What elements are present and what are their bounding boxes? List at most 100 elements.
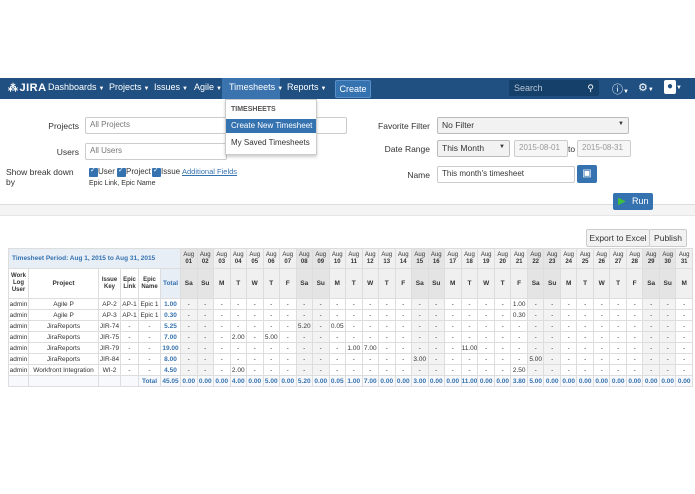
cell-hours: - xyxy=(576,331,594,343)
cell-hours: - xyxy=(427,364,445,376)
cell-hours: - xyxy=(625,364,644,376)
cell-total: 8.00 xyxy=(160,353,181,365)
weekday-header: Su xyxy=(427,268,445,299)
day-total: 0.00 xyxy=(658,375,677,387)
cell-hours: - xyxy=(246,320,264,332)
breakdown-issue-label: Issue xyxy=(161,167,181,176)
day-total: 5.00 xyxy=(262,375,280,387)
date-day: 23 xyxy=(548,258,556,265)
name-input[interactable]: This month's timesheet xyxy=(437,166,575,183)
date-header: Aug 22 xyxy=(526,248,545,269)
cell-user: admin xyxy=(8,342,29,354)
save-icon[interactable]: ▣ xyxy=(577,165,597,183)
cell-hours: - xyxy=(559,353,578,365)
cell-epic-name: Epic 1 xyxy=(138,309,161,321)
cell-hours: - xyxy=(658,364,677,376)
cell-user: admin xyxy=(8,298,29,310)
date-month: Aug xyxy=(397,251,409,258)
date-day: 30 xyxy=(664,258,672,265)
date-from-input[interactable]: 2015-08-01 xyxy=(514,140,568,157)
nav-timesheets[interactable]: Timesheets ▼ xyxy=(222,78,283,99)
day-total: 11.00 xyxy=(460,375,479,387)
day-total: 0.05 xyxy=(328,375,346,387)
cell-hours: - xyxy=(246,331,264,343)
cell-hours: - xyxy=(559,342,578,354)
day-total: 5.20 xyxy=(295,375,313,387)
date-range-select[interactable]: This Month ▼ xyxy=(437,140,510,157)
additional-fields-link[interactable]: Additional Fields xyxy=(182,167,237,176)
cell-epic-link: - xyxy=(120,364,139,376)
cell-hours: - xyxy=(361,364,379,376)
run-button[interactable]: ▶ Run xyxy=(613,193,653,210)
date-day: 08 xyxy=(300,258,308,265)
cell-hours: - xyxy=(675,298,693,310)
cell-hours: - xyxy=(180,298,198,310)
cell-hours: - xyxy=(295,298,313,310)
date-month: Aug xyxy=(364,251,376,258)
cell-hours: - xyxy=(444,353,462,365)
gear-icon[interactable]: ⚙▼ xyxy=(638,81,654,94)
date-to-input[interactable]: 2015-08-31 xyxy=(577,140,631,157)
cell-hours: - xyxy=(493,320,512,332)
cell-hours: - xyxy=(576,342,594,354)
help-icon[interactable]: ⓘ▼ xyxy=(612,81,629,97)
date-month: Aug xyxy=(480,251,492,258)
cell-hours: - xyxy=(295,331,313,343)
cell-hours: - xyxy=(592,320,611,332)
cell-hours: - xyxy=(213,364,231,376)
date-month: Aug xyxy=(546,251,558,258)
day-total: 0.00 xyxy=(196,375,214,387)
breakdown-project-checkbox[interactable] xyxy=(117,166,126,177)
search-input[interactable]: Search ⚲ xyxy=(509,80,599,96)
menu-item-my-saved-timesheets[interactable]: My Saved Timesheets xyxy=(231,138,310,147)
cell-issue-key: WI-2 xyxy=(98,364,121,376)
chevron-down-icon: ▼ xyxy=(618,121,624,127)
breakdown-user-checkbox[interactable] xyxy=(89,166,98,177)
weekday-header: Sa xyxy=(642,268,660,299)
cell-hours: 2.00 xyxy=(229,331,247,343)
column-header: Issue Key xyxy=(98,268,121,299)
cell-epic-link: - xyxy=(120,331,139,343)
users-input[interactable]: All Users xyxy=(85,143,227,160)
dropdown-heading: TIMESHEETS xyxy=(231,106,276,113)
date-header: Aug 25 xyxy=(576,248,594,269)
cell-hours: - xyxy=(493,342,512,354)
cell-hours: - xyxy=(295,342,313,354)
weekday-header: Sa xyxy=(411,268,429,299)
totals-label: Total xyxy=(138,375,161,387)
favorite-filter-select[interactable]: No Filter ▼ xyxy=(437,117,629,134)
date-day: 13 xyxy=(383,258,391,265)
export-excel-button[interactable]: Export to Excel xyxy=(586,229,650,247)
publish-button[interactable]: Publish xyxy=(649,229,687,247)
nav-issues[interactable]: Issues ▼ xyxy=(154,82,188,92)
cell-epic-link: AP-1 xyxy=(120,298,139,310)
cell-hours: - xyxy=(328,342,346,354)
cell-hours: - xyxy=(312,298,330,310)
date-month: Aug xyxy=(331,251,343,258)
cell-hours: 2.50 xyxy=(510,364,528,376)
create-button[interactable]: Create xyxy=(335,80,371,98)
jira-logo[interactable]: ⁂JIRA xyxy=(8,82,47,94)
nav-agile[interactable]: Agile ▼ xyxy=(194,82,222,92)
date-month: Aug xyxy=(596,251,608,258)
cell-hours: - xyxy=(493,309,512,321)
avatar[interactable]: ● ▼ xyxy=(664,80,682,94)
cell-hours: - xyxy=(675,342,693,354)
breakdown-issue-checkbox[interactable] xyxy=(152,166,161,177)
day-total: 0.00 xyxy=(394,375,412,387)
cell-epic-name: - xyxy=(138,331,161,343)
nav-dashboards[interactable]: Dashboards ▼ xyxy=(48,82,104,92)
date-month: Aug xyxy=(447,251,459,258)
nav-projects[interactable]: Projects ▼ xyxy=(109,82,149,92)
cell-hours: - xyxy=(279,320,297,332)
cell-hours: - xyxy=(543,309,561,321)
nav-reports[interactable]: Reports ▼ xyxy=(287,82,326,92)
cell-hours: - xyxy=(444,364,462,376)
weekday-header: T xyxy=(493,268,512,299)
date-header: Aug 30 xyxy=(658,248,677,269)
cell-hours: - xyxy=(411,298,429,310)
menu-item-create-new-timesheet[interactable]: Create New Timesheet xyxy=(226,119,316,133)
cell-hours: - xyxy=(493,353,512,365)
cell-hours: - xyxy=(378,309,396,321)
cell-hours: - xyxy=(642,320,660,332)
